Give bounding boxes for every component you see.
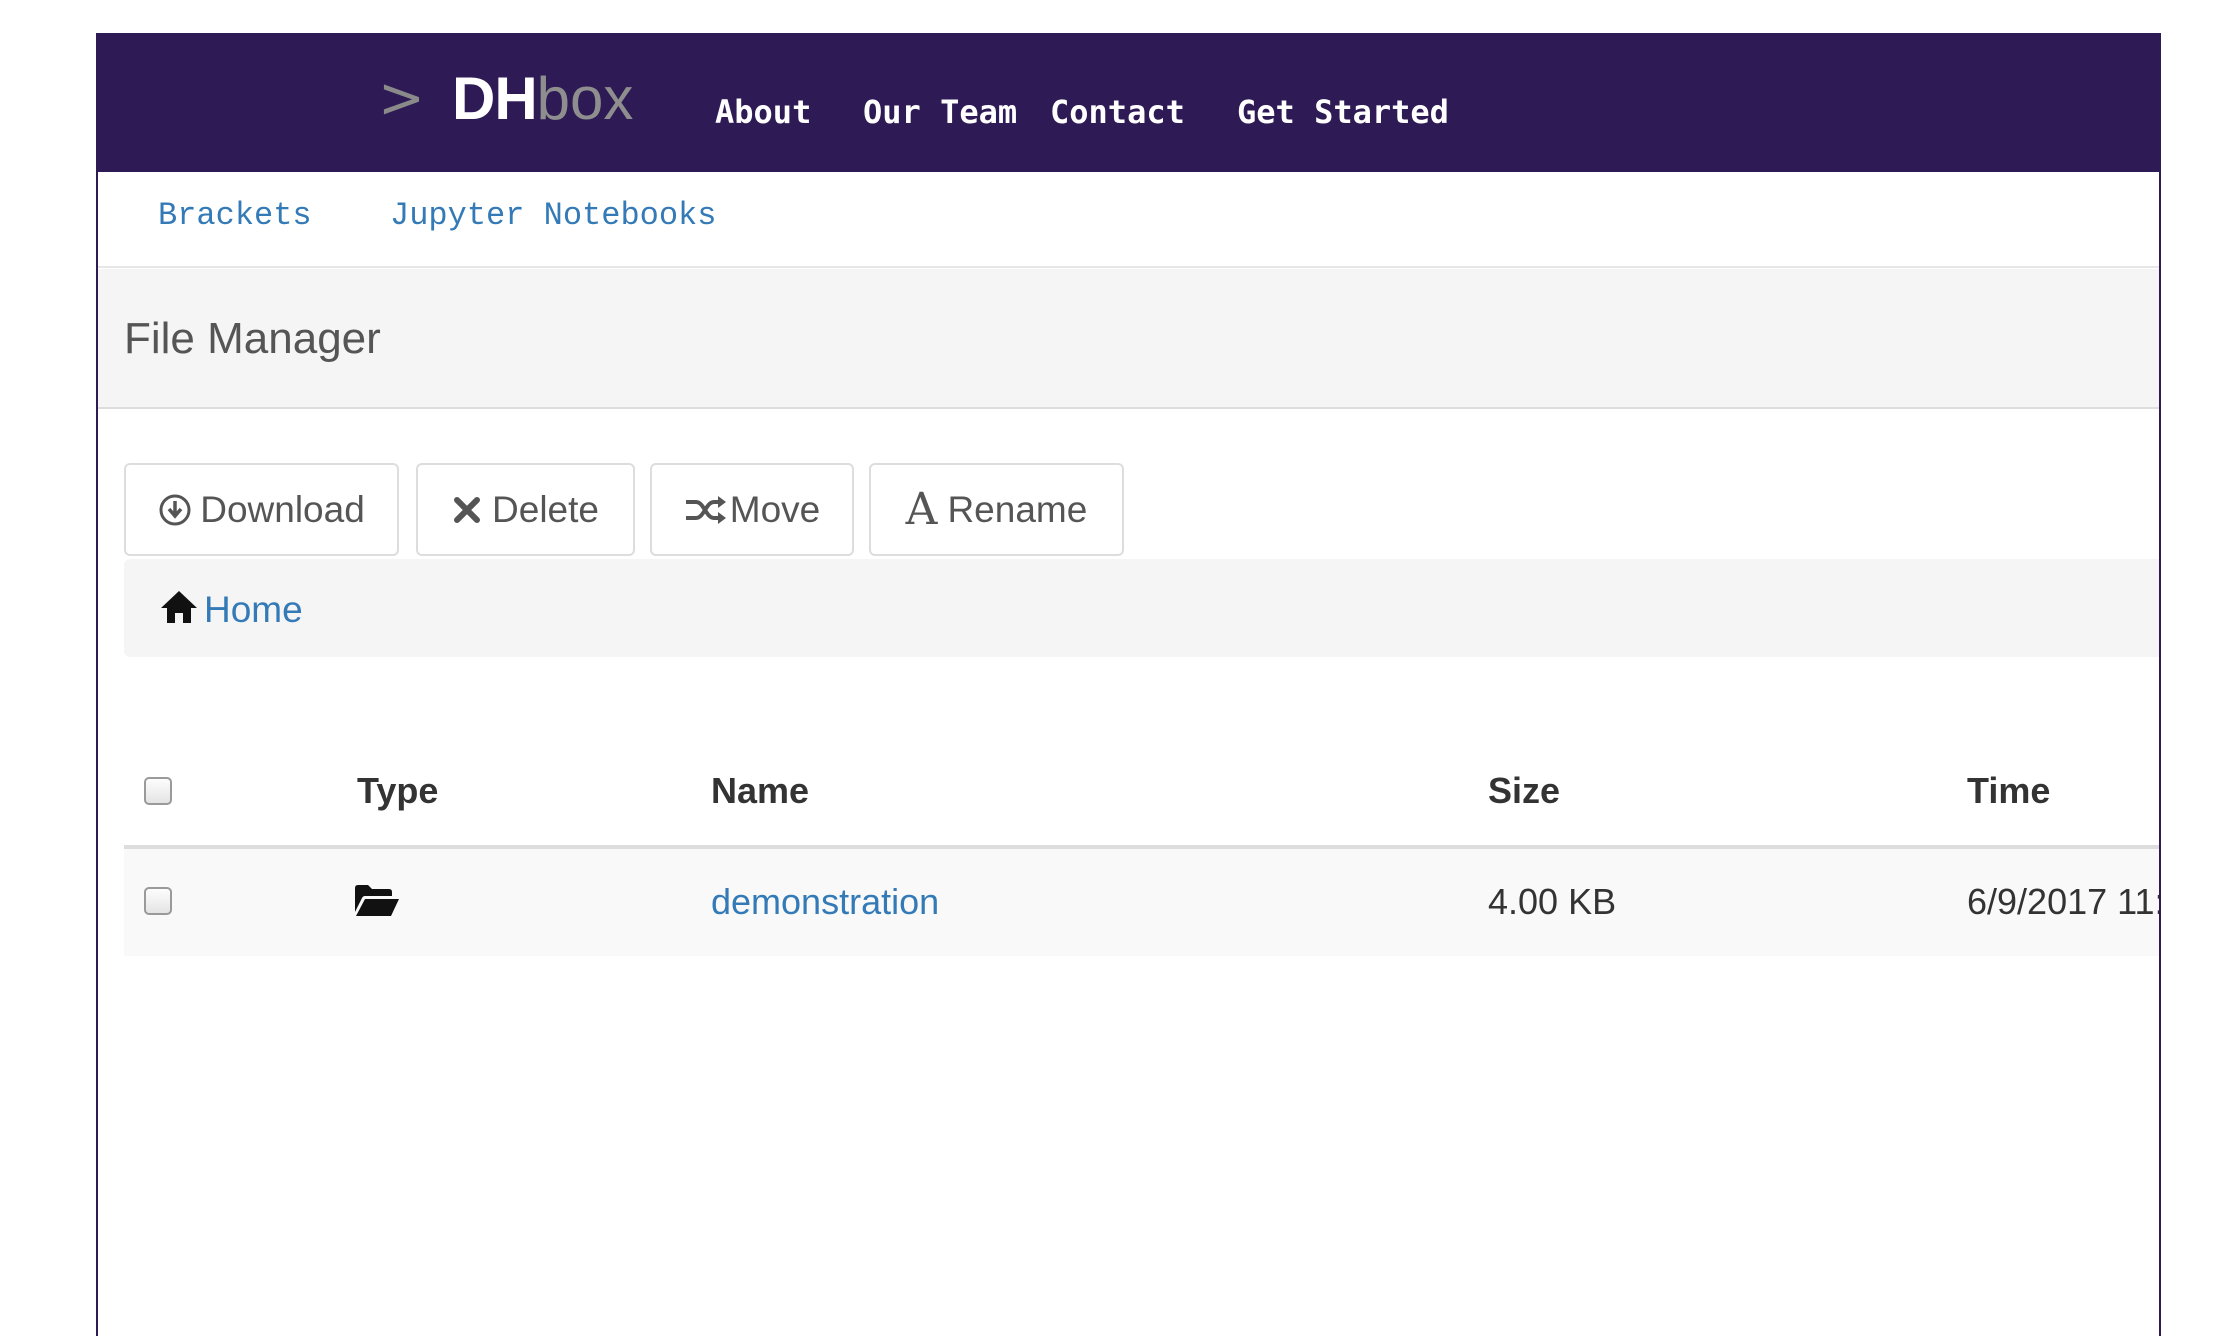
move-button[interactable]: Move (650, 463, 854, 556)
file-time: 6/9/2017 11: (1967, 881, 2161, 922)
column-header-time[interactable]: Time (1967, 773, 2050, 809)
nav-about[interactable]: About (715, 96, 811, 128)
column-header-name[interactable]: Name (711, 773, 809, 809)
nav-get-started[interactable]: Get Started (1237, 96, 1449, 128)
file-size: 4.00 KB (1488, 881, 1617, 922)
subnav-jupyter-notebooks[interactable]: Jupyter Notebooks (390, 200, 716, 232)
file-name-link[interactable]: demonstration (711, 884, 939, 920)
delete-button[interactable]: Delete (416, 463, 635, 556)
nav-our-team[interactable]: Our Team (863, 96, 1017, 128)
column-header-type[interactable]: Type (357, 773, 438, 809)
folder-open-icon (353, 882, 401, 923)
move-label: Move (729, 489, 821, 530)
page-title: File Manager (124, 314, 381, 363)
breadcrumb: Home (124, 559, 2159, 657)
font-icon: A (905, 483, 938, 535)
brand-box: box (536, 65, 634, 132)
brand-dh: DH (452, 65, 538, 132)
table-header-row: Type Name Size Time (124, 733, 2159, 849)
rename-label: Rename (947, 489, 1088, 530)
top-navbar: > DHbox About Our Team Contact Get Start… (98, 33, 2159, 172)
app-frame: > DHbox About Our Team Contact Get Start… (96, 33, 2161, 1336)
nav-contact[interactable]: Contact (1050, 96, 1185, 128)
download-label: Download (200, 489, 365, 530)
brand-logo[interactable]: DHbox (452, 69, 633, 129)
download-circle-icon (158, 493, 192, 527)
brand-prompt: > (378, 66, 425, 131)
rename-button[interactable]: A Rename (869, 463, 1124, 556)
table-row[interactable]: demonstration 4.00 KB 6/9/2017 11: (124, 849, 2161, 956)
panel-heading: File Manager (98, 269, 2159, 409)
shuffle-icon (684, 494, 728, 526)
row-checkbox[interactable] (144, 887, 172, 915)
delete-label: Delete (492, 489, 599, 530)
column-header-size[interactable]: Size (1488, 773, 1560, 809)
subnav-brackets[interactable]: Brackets (158, 200, 312, 232)
select-all-checkbox[interactable] (144, 777, 172, 805)
home-icon (160, 589, 198, 630)
breadcrumb-home[interactable]: Home (160, 589, 303, 630)
download-button[interactable]: Download (124, 463, 399, 556)
breadcrumb-home-label: Home (204, 589, 303, 630)
close-icon (452, 495, 482, 525)
sub-navbar: Brackets Jupyter Notebooks (98, 172, 2159, 268)
